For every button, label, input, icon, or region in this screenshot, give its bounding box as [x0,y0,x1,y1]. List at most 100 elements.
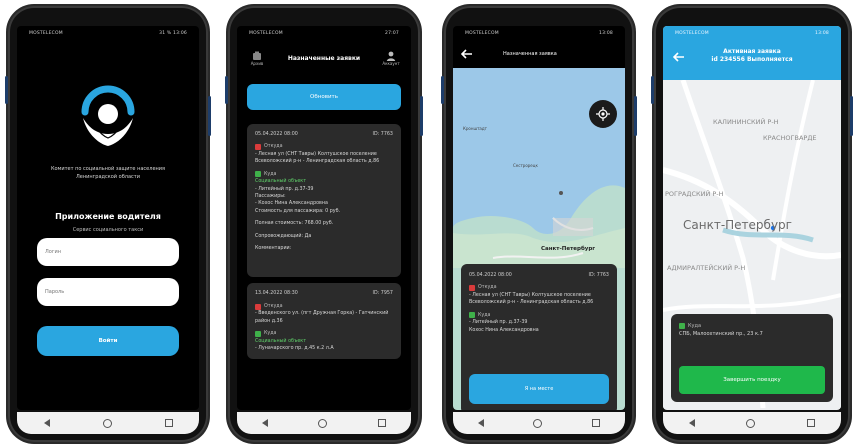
login-input[interactable] [37,238,179,266]
city-label: Санкт-Петербург [683,218,792,232]
to-address: - Литейный пр. д.37-39 [255,186,314,192]
to-address: - Луначарского пр. д.45 к.2 л.А [255,346,334,352]
passenger-name: Кохос Нина Александровна [469,327,539,333]
title-line-2: id 234556 Выполняется [711,56,793,64]
order-card[interactable]: 05.04.2022 08:00 ID: 7763 Откуда - Лесна… [247,124,401,278]
title-line-1: Активная заявка [723,48,781,55]
comments-label: Комментарии: [255,246,292,252]
map-label: Кронштадт [463,126,487,131]
android-nav-bar [17,412,199,434]
status-bar: MOSTELECOM 31 % 13:06 [17,26,199,40]
from-address: - Лесная ул (СНТ Тавры) Колтушское посел… [255,151,380,165]
nav-home-icon[interactable] [318,418,328,428]
refresh-button[interactable]: Обновить [247,84,401,110]
from-marker-icon [255,144,261,151]
from-marker-icon [469,285,475,292]
power-button [850,96,853,136]
login-screen: MOSTELECOM 31 % 13:06 Комитет по социаль… [17,26,199,410]
carrier-label: MOSTELECOM [465,30,499,36]
status-bar: MOSTELECOM 27:07 [237,26,411,40]
to-label: Куда [478,312,491,318]
from-address: - Введенского ул. (пгт Дружная Горка) - … [255,311,389,324]
passengers-label: Пассажиры: [255,193,286,199]
archive-button[interactable]: Архив [245,51,269,66]
order-summary-card: 05.04.2022 08:00 ID: 7763 Откуда - Лесна… [461,264,617,410]
nav-home-icon[interactable] [746,418,756,428]
nav-recent-icon[interactable] [807,419,816,427]
status-bar: MOSTELECOM 13:08 [453,26,625,40]
to-marker-icon [679,323,685,329]
destination-card: Куда СПБ, Малоохтинский пр., 23 к.7 Заве… [671,314,833,402]
order-id: ID: 7763 [588,273,609,278]
to-title: Социальный объект [255,338,306,344]
org-logo-icon [73,82,143,152]
status-bar: MOSTELECOM 13:08 [663,26,841,40]
to-address: СПБ, Малоохтинский пр., 23 к.7 [679,331,763,337]
page-title: Назначенные заявки [287,54,361,62]
app-subtitle: Сервис социального такси [72,227,144,233]
login-button[interactable]: Войти [37,326,179,356]
order-card[interactable]: 13.04.2022 08:30 ID: 7957 Откуда - Введе… [247,283,401,360]
archive-label: Архив [250,60,264,66]
to-marker-icon [255,330,261,337]
nav-back-icon[interactable] [688,419,695,427]
archive-icon [253,51,261,60]
to-title: Социальный объект [255,179,306,185]
password-input[interactable] [37,278,179,306]
district-label: КРАСНОГВАРДЕ [763,134,817,142]
order-date: 05.04.2022 08:00 [469,273,512,278]
orders-screen: MOSTELECOM 27:07 Архив Назначенные заявк… [237,26,411,410]
from-marker-icon [255,303,261,310]
nav-home-icon[interactable] [533,418,543,428]
android-nav-bar [663,412,841,434]
from-address: - Лесная ул (СНТ Тавры) Колтушское посел… [469,292,594,306]
finish-trip-button[interactable]: Завершить поездку [679,366,825,394]
page-title: Назначенная заявка [503,51,557,57]
map-header: Назначенная заявка [453,40,625,68]
map-label: Сестрорецк [513,163,538,168]
district-label: КАЛИНИНСКИЙ Р-Н [713,118,779,126]
to-label: Куда [264,331,277,337]
active-order-header: MOSTELECOM 13:08 Активная заявка id 2345… [663,26,841,80]
power-button [420,96,423,136]
phone-login: MOSTELECOM 31 % 13:06 Комитет по социаль… [5,6,211,442]
nav-recent-icon[interactable] [592,419,601,427]
district-label: АДМИРАЛТЕЙСКИЙ Р-Н [667,264,746,272]
nav-back-icon[interactable] [43,419,50,427]
to-label: Куда [264,171,277,177]
carrier-label: MOSTELECOM [29,30,63,36]
full-cost: Полная стоимость: 768.00 руб. [255,221,334,227]
android-nav-bar [237,412,411,434]
power-button [634,96,637,136]
map-city-label: Санкт-Петербург [541,246,596,252]
volume-button [441,76,444,104]
org-name: Комитет по социальной защите населения Л… [50,166,166,180]
nav-back-icon[interactable] [262,419,269,427]
power-button [208,96,211,136]
nav-home-icon[interactable] [102,418,112,428]
phone-order-map: MOSTELECOM 13:08 Назначенная заявка Крон… [441,6,637,442]
locate-me-button[interactable] [589,100,617,128]
to-address: - Литейный пр. д.37-39 [469,320,528,326]
account-button[interactable]: Аккаунт [379,51,403,66]
active-order-title: Активная заявка id 234556 Выполняется [663,48,841,65]
from-label: Откуда [478,285,497,291]
volume-button [5,76,8,104]
nav-recent-icon[interactable] [377,419,386,427]
nav-recent-icon[interactable] [164,419,173,427]
from-label: Откуда [264,144,283,150]
nav-back-icon[interactable] [477,419,484,427]
phone-active-order: MOSTELECOM 13:08 Активная заявка id 2345… [651,6,853,442]
carrier-label: MOSTELECOM [249,30,283,36]
order-date: 13.04.2022 08:30 [255,291,298,297]
account-label: Аккаунт [382,60,400,66]
passenger-cost: Стоимость для пассажира: 0 руб. [255,208,341,214]
android-nav-bar [453,412,625,434]
status-right: 13:08 [815,30,829,36]
order-id: ID: 7763 [372,132,393,137]
arrived-button[interactable]: Я на месте [469,374,609,404]
back-arrow-icon[interactable] [461,49,473,59]
status-right: 27:07 [385,30,399,36]
to-label: Куда [688,323,702,329]
passenger-name: - Кохос Нина Александровна [255,201,328,207]
